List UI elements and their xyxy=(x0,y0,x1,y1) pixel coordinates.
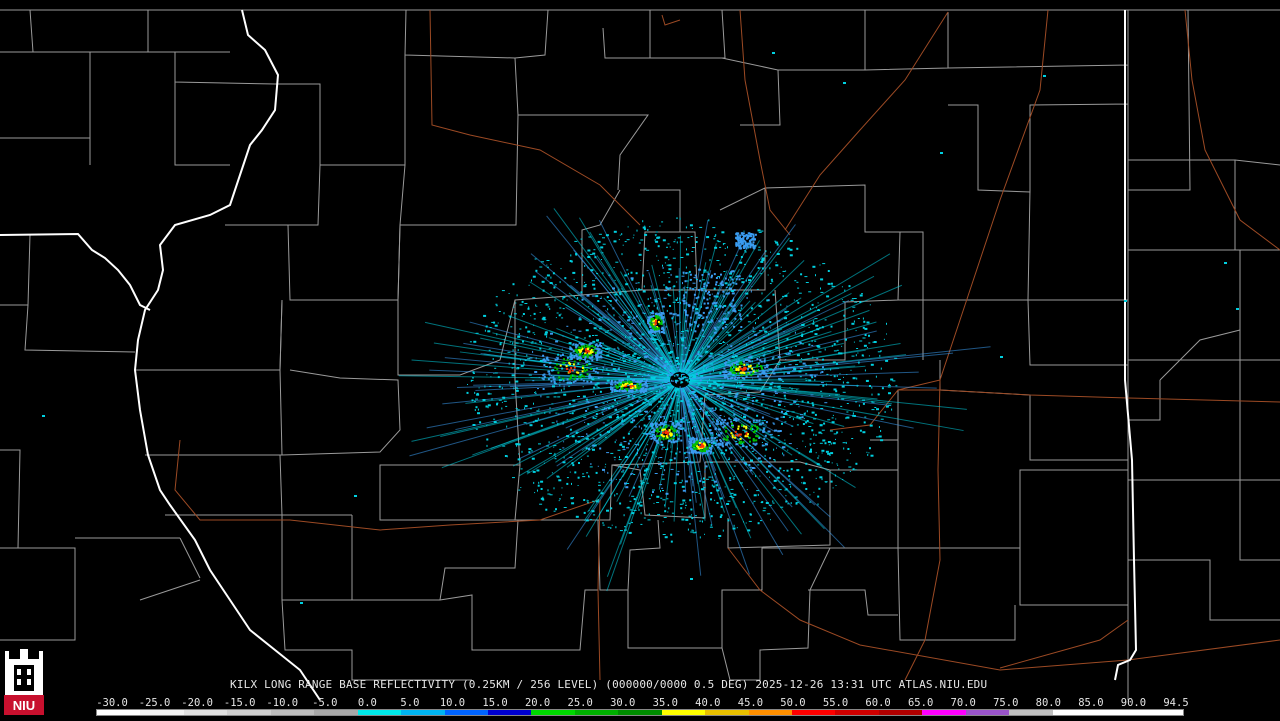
colorscale-swatch xyxy=(792,710,835,715)
county-boundaries xyxy=(0,10,1280,700)
colorscale-label: 0.0 xyxy=(358,697,377,709)
colorscale-swatch xyxy=(1053,710,1096,715)
colorscale-label: 85.0 xyxy=(1078,697,1103,709)
radar-map xyxy=(0,0,1280,720)
colorscale-label: 25.0 xyxy=(568,697,593,709)
colorscale-label: -25.0 xyxy=(139,697,171,709)
colorscale-label: 40.0 xyxy=(695,697,720,709)
colorscale-label: -5.0 xyxy=(312,697,337,709)
colorscale-label: 10.0 xyxy=(440,697,465,709)
colorscale-swatch xyxy=(184,710,227,715)
colorscale-label: 94.5 xyxy=(1163,697,1188,709)
colorscale-swatch xyxy=(662,710,705,715)
colorscale-swatch xyxy=(749,710,792,715)
colorscale-swatch xyxy=(488,710,531,715)
colorscale-swatch xyxy=(835,710,878,715)
colorscale-label: -10.0 xyxy=(266,697,298,709)
colorscale-swatch xyxy=(445,710,488,715)
colorscale-label: 90.0 xyxy=(1121,697,1146,709)
colorscale-label: 80.0 xyxy=(1036,697,1061,709)
colorscale-swatch xyxy=(314,710,357,715)
colorscale-label: -15.0 xyxy=(224,697,256,709)
colorscale-label: 45.0 xyxy=(738,697,763,709)
colorscale-label: 30.0 xyxy=(610,697,635,709)
colorscale-labels: -30.0 -25.0 -20.0 -15.0 -10.0 -5.0 0.0 5.0 10.0 1… xyxy=(0,697,1280,709)
colorscale-swatch xyxy=(575,710,618,715)
colorscale-label: 65.0 xyxy=(908,697,933,709)
colorscale-swatch xyxy=(1096,710,1139,715)
colorscale-swatch xyxy=(227,710,270,715)
colorscale-swatch xyxy=(879,710,922,715)
radar-echoes xyxy=(42,52,1239,604)
colorscale-label: 35.0 xyxy=(653,697,678,709)
colorscale-swatch xyxy=(358,710,401,715)
colorscale-label: 5.0 xyxy=(400,697,419,709)
colorscale-swatch xyxy=(1009,710,1052,715)
colorscale-label: -30.0 xyxy=(96,697,128,709)
colorscale-label: 60.0 xyxy=(865,697,890,709)
product-caption: KILX LONG RANGE BASE REFLECTIVITY (0.25K… xyxy=(230,678,987,691)
colorscale-swatch xyxy=(705,710,748,715)
colorscale-swatch xyxy=(618,710,661,715)
colorscale-bar xyxy=(96,709,1184,716)
colorscale-swatch xyxy=(140,710,183,715)
colorscale-swatch xyxy=(922,710,965,715)
colorscale-label: 75.0 xyxy=(993,697,1018,709)
colorscale-label: 15.0 xyxy=(482,697,507,709)
colorscale-swatch xyxy=(401,710,444,715)
colorscale-swatch xyxy=(1140,710,1183,715)
highways xyxy=(175,10,1280,680)
colorscale-label: 20.0 xyxy=(525,697,550,709)
colorscale-swatch xyxy=(531,710,574,715)
colorscale-label: 50.0 xyxy=(780,697,805,709)
colorscale-label: 70.0 xyxy=(951,697,976,709)
colorscale-label: -20.0 xyxy=(181,697,213,709)
colorscale-label: 55.0 xyxy=(823,697,848,709)
colorscale-swatch xyxy=(97,710,140,715)
colorscale-swatch xyxy=(271,710,314,715)
state-boundaries xyxy=(0,10,1136,700)
colorscale-swatch xyxy=(966,710,1009,715)
